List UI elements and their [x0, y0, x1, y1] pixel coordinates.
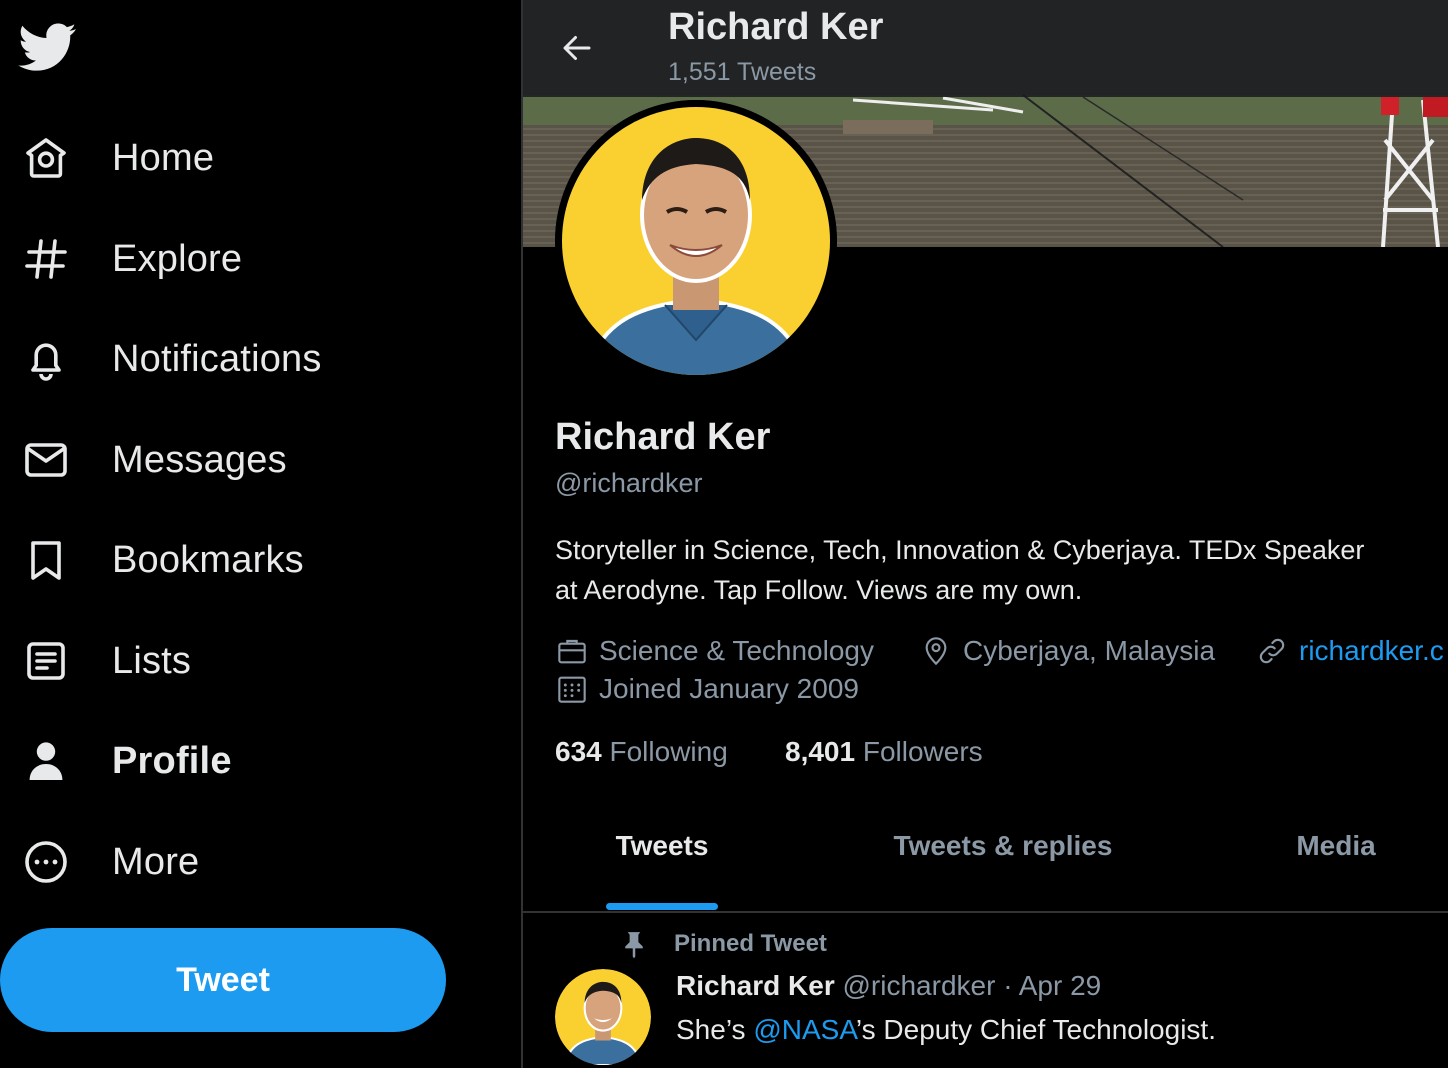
sidebar: Home Explore Notifications Messages Book…: [0, 0, 521, 1068]
profile-handle: @richardker: [555, 468, 703, 498]
following-count: 634: [555, 736, 602, 767]
tweet-text-before: She’s: [676, 1014, 754, 1045]
profile-avatar[interactable]: [555, 100, 837, 382]
tweet-author-handle[interactable]: @richardker: [843, 970, 996, 1001]
nav-messages[interactable]: Messages: [0, 420, 470, 500]
nav-more[interactable]: More: [0, 822, 470, 902]
followers-stat[interactable]: 8,401 Followers: [785, 736, 983, 768]
followers-label: Followers: [862, 736, 983, 767]
profile-joined: Joined January 2009: [555, 672, 859, 706]
list-icon: [20, 635, 72, 687]
nav-label: Home: [112, 136, 215, 179]
header-profile-name: Richard Ker: [668, 6, 884, 48]
nav-label: Notifications: [112, 337, 322, 380]
tweet-header: Richard Ker @richardker · Apr 29: [676, 970, 1101, 1002]
pinned-label: Pinned Tweet: [674, 930, 827, 957]
link-icon: [1255, 634, 1289, 668]
nav-label: More: [112, 840, 200, 883]
tweet-date[interactable]: Apr 29: [1019, 970, 1102, 1001]
tweet-text-after: ’s Deputy Chief Technologist.: [855, 1014, 1216, 1045]
calendar-icon: [555, 672, 589, 706]
tab-media[interactable]: Media: [1271, 830, 1401, 912]
profile-name: Richard Ker: [555, 416, 771, 458]
nav-label: Lists: [112, 639, 192, 682]
tab-tweets-and-replies[interactable]: Tweets & replies: [875, 830, 1131, 912]
back-button[interactable]: [551, 22, 603, 74]
pin-icon: [618, 928, 650, 960]
nav-home[interactable]: Home: [0, 118, 470, 198]
joined-text: Joined January 2009: [599, 673, 859, 704]
tweet-text: She’s @NASA’s Deputy Chief Technologist.: [676, 1014, 1216, 1046]
nav-label: Profile: [112, 739, 232, 782]
briefcase-icon: [555, 634, 589, 668]
nav-explore[interactable]: Explore: [0, 219, 470, 299]
tweet-separator: ·: [1003, 970, 1013, 1001]
tweet-button[interactable]: Tweet: [0, 928, 446, 1032]
nav-label: Explore: [112, 237, 243, 280]
followers-count: 8,401: [785, 736, 856, 767]
bio-line: at Aerodyne. Tap Follow. Views are my ow…: [555, 575, 1083, 605]
active-tab-indicator: [606, 903, 718, 910]
pinned-indicator: Pinned Tweet: [618, 928, 827, 960]
profile-column: Richard Ker 1,551 Tweets Richard Ker @ri…: [523, 0, 1448, 1068]
website-link[interactable]: richardker.c: [1299, 635, 1444, 667]
tabs-divider: [523, 911, 1448, 913]
profile-header-bar: Richard Ker 1,551 Tweets: [523, 0, 1448, 97]
nav-profile[interactable]: Profile: [0, 721, 470, 801]
bookmark-icon: [20, 534, 72, 586]
person-icon: [20, 735, 72, 787]
profile-website[interactable]: richardker.c: [1255, 634, 1444, 668]
location-text: Cyberjaya, Malaysia: [963, 635, 1216, 666]
tweet-author-avatar[interactable]: [555, 969, 651, 1065]
location-pin-icon: [919, 634, 953, 668]
hashtag-icon: [20, 233, 72, 285]
back-arrow-icon: [563, 36, 591, 60]
bio-line: Storyteller in Science, Tech, Innovation…: [555, 535, 1365, 565]
nav-label: Messages: [112, 438, 287, 481]
tab-tweets[interactable]: Tweets: [579, 830, 745, 912]
profile-bio: Storyteller in Science, Tech, Innovation…: [555, 530, 1448, 610]
tweet-mention-link[interactable]: @NASA: [753, 1014, 856, 1045]
following-stat[interactable]: 634 Following: [555, 736, 728, 768]
tweet-author-name[interactable]: Richard Ker: [676, 970, 835, 1001]
nav-notifications[interactable]: Notifications: [0, 319, 470, 399]
envelope-icon: [20, 434, 72, 486]
nav-bookmarks[interactable]: Bookmarks: [0, 520, 470, 600]
following-label: Following: [609, 736, 728, 767]
header-tweet-count: 1,551 Tweets: [668, 58, 817, 86]
more-circle-icon: [20, 836, 72, 888]
twitter-bird-icon[interactable]: [18, 18, 78, 76]
category-text: Science & Technology: [599, 635, 874, 666]
bell-icon: [20, 333, 72, 385]
nav-lists[interactable]: Lists: [0, 621, 470, 701]
profile-category: Science & Technology: [555, 634, 874, 668]
profile-location: Cyberjaya, Malaysia: [919, 634, 1215, 668]
nav-label: Bookmarks: [112, 538, 304, 581]
home-icon: [20, 132, 72, 184]
